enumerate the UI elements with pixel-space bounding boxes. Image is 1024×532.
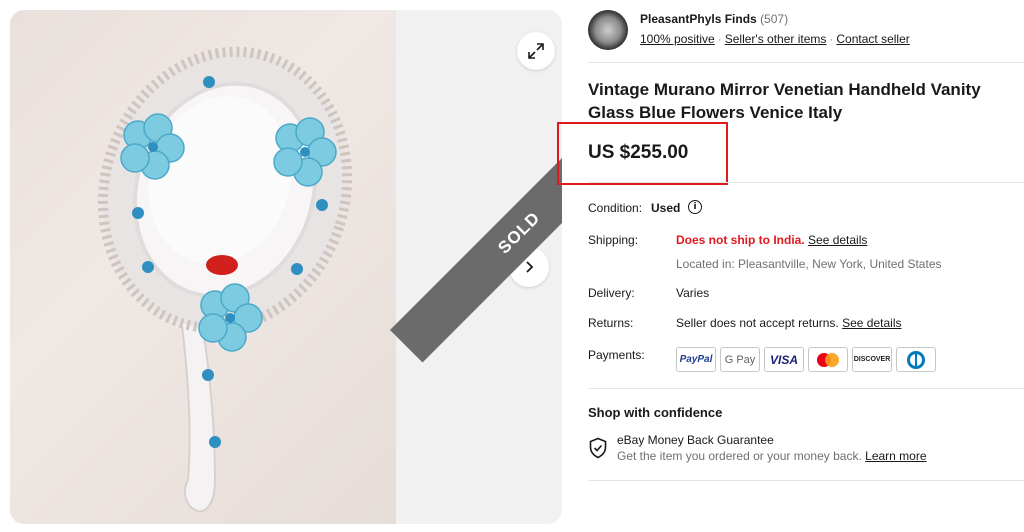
item-location: Located in: Pleasantville, New York, Uni… [676,257,942,271]
chevron-right-icon [526,261,534,273]
shipping-value: Does not ship to India. [676,233,805,247]
seller-info: PleasantPhyls Finds (507) 100% positive ·… [588,10,1008,50]
mastercard-logo [808,347,848,372]
payment-methods: PayPal G Pay VISA DISCOVER [676,347,936,372]
expand-button[interactable] [517,32,555,70]
seller-name[interactable]: PleasantPhyls Finds [640,12,757,26]
shield-check-icon [589,437,607,459]
seller-avatar[interactable] [588,10,628,50]
divider [588,182,1024,183]
returns-label: Returns: [588,316,634,330]
image-gallery: SOLD [10,10,562,524]
listing-title: Vintage Murano Mirror Venetian Handheld … [588,80,981,122]
product-photo[interactable] [10,10,396,524]
money-back-guarantee-text: Get the item you ordered or your money b… [617,449,862,463]
price-highlight-box [557,122,728,185]
seller-other-items-link[interactable]: Seller's other items [725,32,827,46]
expand-icon [528,43,544,59]
info-icon[interactable]: i [688,200,702,214]
shipping-see-details-link[interactable]: See details [808,233,867,247]
positive-feedback-link[interactable]: 100% positive [640,32,715,46]
visa-logo: VISA [764,347,804,372]
contact-seller-link[interactable]: Contact seller [836,32,909,46]
seller-feedback-count: (507) [760,12,789,26]
divider [588,388,1024,389]
learn-more-link[interactable]: Learn more [865,449,926,463]
paypal-logo: PayPal [676,347,716,372]
money-back-guarantee-title: eBay Money Back Guarantee [617,433,774,447]
google-pay-logo: G Pay [720,347,760,372]
delivery-value: Varies [676,286,710,300]
diners-club-logo [896,347,936,372]
shop-confidence-title: Shop with confidence [588,405,723,420]
discover-logo: DISCOVER [852,347,892,372]
returns-see-details-link[interactable]: See details [842,316,901,330]
condition-label: Condition: [588,201,643,215]
returns-value: Seller does not accept returns. [676,316,839,330]
next-image-button[interactable] [509,247,549,287]
delivery-label: Delivery: [588,286,635,300]
payments-label: Payments: [588,348,645,362]
mirror-image [97,46,353,513]
condition-value: Used [651,201,681,215]
divider [588,480,1024,481]
divider [588,62,1024,63]
sold-ribbon: SOLD [390,103,562,363]
shipping-label: Shipping: [588,233,639,247]
